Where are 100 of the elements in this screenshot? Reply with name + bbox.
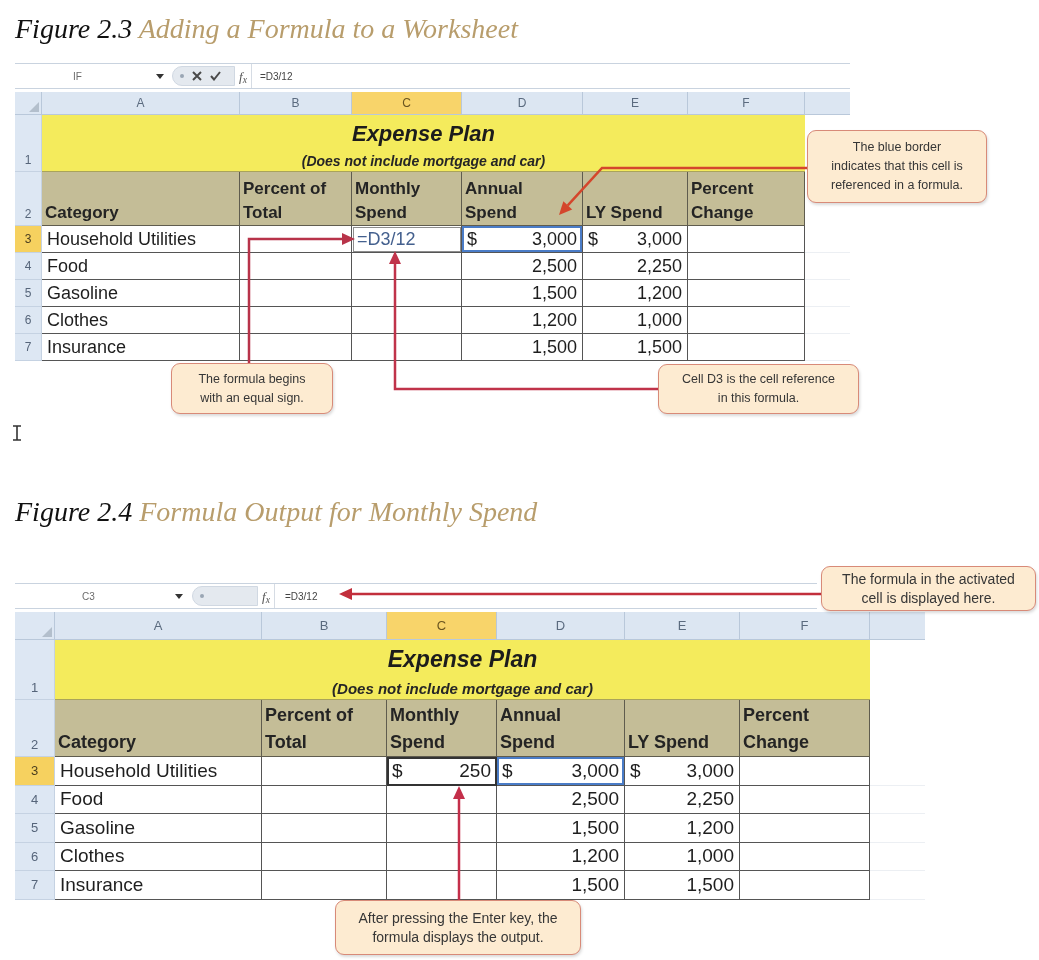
table-cell: Gasoline [42, 280, 240, 307]
sheet-subtitle: (Does not include mortgage and car) [301, 153, 546, 170]
table-cell: 1,500 [583, 334, 688, 361]
header-cell: Percent Change [688, 172, 805, 226]
row-header[interactable]: 4 [15, 253, 42, 280]
table-cell: 2,250 [625, 785, 740, 815]
column-header[interactable]: C [387, 612, 497, 640]
column-header[interactable] [805, 92, 850, 115]
column-header[interactable]: D [462, 92, 583, 115]
column-header[interactable]: A [55, 612, 262, 640]
sheet-subtitle: (Does not include mortgage and car) [332, 680, 593, 698]
grip-dot-icon [200, 594, 204, 598]
formula-field[interactable]: =D3/12 [251, 64, 295, 88]
callout: The formula in the activated cell is displayed here. [821, 566, 1036, 611]
table-cell: 1,200 [497, 842, 625, 872]
header-cell: Percent of Total [240, 172, 352, 226]
row-header[interactable]: 6 [15, 842, 55, 872]
name-box[interactable]: IF [15, 64, 168, 88]
table-cell: Clothes [42, 307, 240, 334]
cancel-icon[interactable] [192, 71, 202, 81]
column-header[interactable]: E [625, 612, 740, 640]
row-header[interactable]: 4 [15, 785, 55, 815]
check-icon[interactable] [210, 71, 221, 81]
figure-caption: Figure 2.4 Formula Output for Monthly Spend [15, 497, 538, 527]
select-all-button[interactable] [15, 92, 42, 115]
text-cursor-icon [13, 425, 21, 441]
table-cell: 1,000 [583, 307, 688, 334]
column-header[interactable]: D [497, 612, 625, 640]
insert-function-button[interactable]: f$_{x}$ [235, 69, 251, 83]
table-cell: 1,200 [625, 814, 740, 843]
table-cell: $ 3,000 [583, 226, 688, 253]
row-header[interactable]: 3 [15, 757, 55, 786]
figure-caption: Figure 2.3 Adding a Formula to a Worksheet [15, 14, 518, 44]
table-cell: 1,500 [497, 871, 625, 900]
header-cell: Category [42, 172, 240, 226]
table-cell: 2,250 [583, 253, 688, 280]
caret-icon [156, 73, 164, 79]
table-cell: $ 3,000 [625, 757, 740, 786]
table-cell: Clothes [55, 842, 262, 872]
column-header[interactable] [870, 612, 925, 640]
formula-field[interactable]: =D3/12 [274, 584, 320, 608]
column-header[interactable]: B [240, 92, 352, 115]
header-cell: Percent Change [740, 700, 870, 757]
grip-dot-icon [180, 74, 184, 78]
table-cell: $ 3,000 [462, 226, 583, 253]
table-cell: 1,500 [497, 814, 625, 843]
row-header[interactable]: 6 [15, 307, 42, 334]
row-header[interactable]: 2 [15, 172, 42, 226]
caret-icon [175, 593, 183, 599]
table-cell: Food [42, 253, 240, 280]
table-cell: 1,500 [462, 280, 583, 307]
header-cell: LY Spend [625, 700, 740, 757]
select-all-button[interactable] [15, 612, 55, 640]
table-cell: 1,500 [625, 871, 740, 900]
table-cell: 1,500 [462, 334, 583, 361]
column-header[interactable]: C [352, 92, 462, 115]
header-cell: Category [55, 700, 262, 757]
header-cell: Annual Spend [462, 172, 583, 226]
table-cell: 2,500 [497, 785, 625, 815]
column-header[interactable]: B [262, 612, 387, 640]
triangle-icon [42, 627, 52, 637]
column-header[interactable]: F [688, 92, 805, 115]
table-cell: Food [55, 785, 262, 815]
header-cell: LY Spend [583, 172, 688, 226]
row-header[interactable]: 7 [15, 871, 55, 900]
name-box[interactable]: C3 [15, 584, 188, 608]
header-cell: Annual Spend [497, 700, 625, 757]
table-cell: $ 250 [387, 757, 497, 786]
header-cell: Percent of Total [262, 700, 387, 757]
row-header[interactable]: 1 [15, 115, 42, 172]
row-header[interactable]: 1 [15, 640, 55, 700]
table-cell: Household Utilities [55, 757, 262, 786]
header-cell: Monthly Spend [352, 172, 462, 226]
sheet-title: Expense Plan [351, 121, 496, 147]
row-header[interactable]: 2 [15, 700, 55, 757]
table-cell: $ 3,000 [497, 757, 625, 786]
row-header[interactable]: 5 [15, 280, 42, 307]
table-cell: 1,200 [462, 307, 583, 334]
callout: The blue border indicates that this cell is referenced in a formula. [807, 130, 987, 203]
column-header[interactable]: E [583, 92, 688, 115]
table-cell: Insurance [55, 871, 262, 900]
table-cell: 1,200 [583, 280, 688, 307]
row-header[interactable]: 3 [15, 226, 42, 253]
header-cell: Monthly Spend [387, 700, 497, 757]
table-cell: 1,000 [625, 842, 740, 872]
callout: The formula begins with an equal sign. [171, 363, 333, 414]
insert-function-button[interactable]: f$_{x}$ [258, 589, 274, 603]
sheet-title: Expense Plan [387, 646, 538, 673]
column-header[interactable]: A [42, 92, 240, 115]
table-cell: 2,500 [462, 253, 583, 280]
table-cell: =D3/12 [352, 226, 462, 253]
row-header[interactable]: 5 [15, 814, 55, 843]
triangle-icon [29, 102, 39, 112]
table-cell: Household Utilities [42, 226, 240, 253]
callout: Cell D3 is the cell reference in this formula. [658, 364, 859, 414]
table-cell: Insurance [42, 334, 240, 361]
row-header[interactable]: 7 [15, 334, 42, 361]
table-cell: Gasoline [55, 814, 262, 843]
callout: After pressing the Enter key, the formula displays the output. [335, 900, 581, 955]
column-header[interactable]: F [740, 612, 870, 640]
